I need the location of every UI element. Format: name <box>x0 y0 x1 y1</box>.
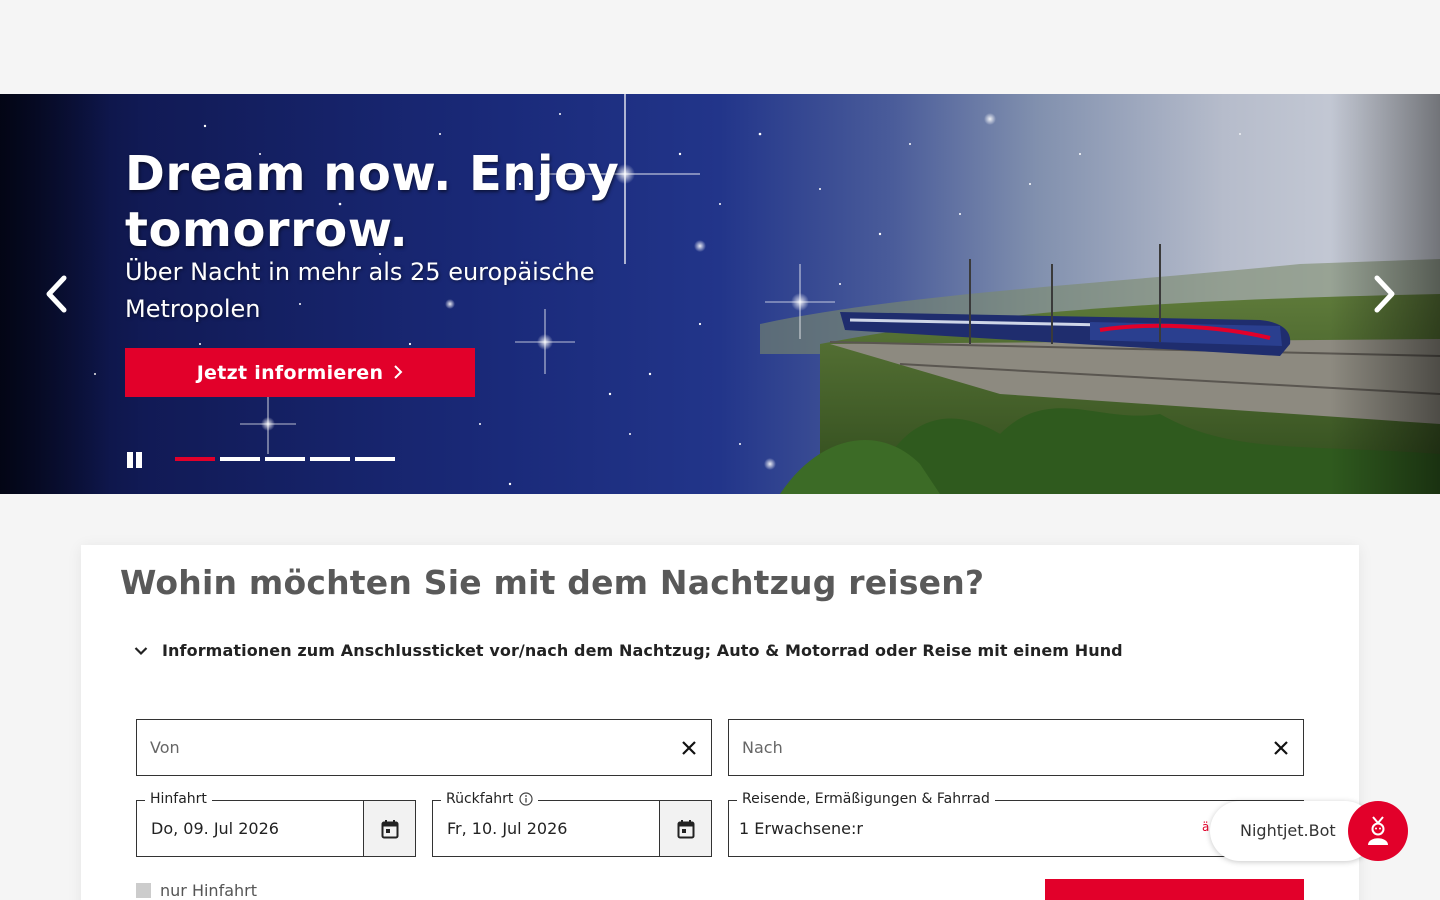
outbound-date-field[interactable]: Hinfahrt Do, 09. Jul 2026 <box>136 791 416 857</box>
from-field[interactable]: Von <box>136 719 712 776</box>
hero-cta-button[interactable]: Jetzt informieren <box>125 348 475 397</box>
carousel-indicators <box>175 457 395 461</box>
booking-title: Wohin möchten Sie mit dem Nachtzug reise… <box>120 563 985 602</box>
carousel-indicator-5[interactable] <box>355 457 395 461</box>
carousel-pause-button[interactable] <box>126 451 144 469</box>
passengers-change-link[interactable]: ä <box>1202 820 1209 834</box>
top-header <box>0 0 1440 94</box>
clear-from-icon[interactable] <box>681 740 697 756</box>
carousel-prev-button[interactable] <box>36 272 76 316</box>
chevron-left-icon <box>46 275 67 313</box>
info-accordion-toggle[interactable]: Informationen zum Anschlussticket vor/na… <box>134 641 1123 660</box>
outbound-date-value: Do, 09. Jul 2026 <box>151 819 279 838</box>
outbound-date-label: Hinfahrt <box>145 791 212 807</box>
passengers-label: Reisende, Ermäßigungen & Fahrrad <box>737 791 995 807</box>
checkbox-box[interactable] <box>136 883 151 898</box>
outbound-calendar-button[interactable] <box>363 801 415 856</box>
return-date-label: Rückfahrt <box>446 791 514 807</box>
return-date-field[interactable]: Rückfahrt Fr, 10. Jul 2026 <box>432 791 712 857</box>
to-placeholder: Nach <box>742 738 783 757</box>
clear-to-icon[interactable] <box>1273 740 1289 756</box>
return-date-legend: Rückfahrt <box>441 791 539 807</box>
calendar-icon <box>677 819 694 838</box>
carousel-indicator-1[interactable] <box>175 457 215 461</box>
return-date-value: Fr, 10. Jul 2026 <box>447 819 568 838</box>
info-accordion-label: Informationen zum Anschlussticket vor/na… <box>162 641 1123 660</box>
calendar-icon <box>381 819 398 838</box>
from-placeholder: Von <box>150 738 180 757</box>
booking-card: Wohin möchten Sie mit dem Nachtzug reise… <box>81 545 1359 900</box>
carousel-indicator-2[interactable] <box>220 457 260 461</box>
only-outbound-label: nur Hinfahrt <box>160 881 257 900</box>
carousel-indicator-4[interactable] <box>310 457 350 461</box>
search-button[interactable] <box>1045 879 1304 900</box>
chatbot-avatar[interactable] <box>1348 801 1408 861</box>
chevron-right-icon <box>1374 275 1395 313</box>
only-outbound-checkbox[interactable]: nur Hinfahrt <box>136 881 257 900</box>
return-calendar-button[interactable] <box>659 801 711 856</box>
chevron-down-icon <box>134 646 148 655</box>
info-icon[interactable] <box>519 792 534 806</box>
hero-carousel: Dream now. Enjoy tomorrow. Über Nacht in… <box>0 94 1440 494</box>
hero-cta-label: Jetzt informieren <box>196 361 384 384</box>
chatbot-launcher[interactable]: Nightjet.Bot <box>1210 801 1408 861</box>
carousel-next-button[interactable] <box>1365 272 1405 316</box>
passengers-value: 1 Erwachsene:r <box>739 819 863 838</box>
hero-title: Dream now. Enjoy tomorrow. <box>125 146 620 258</box>
to-field[interactable]: Nach <box>728 719 1304 776</box>
robot-icon <box>1368 816 1388 845</box>
hero-subtitle: Über Nacht in mehr als 25 europäische Me… <box>125 258 595 323</box>
carousel-indicator-3[interactable] <box>265 457 305 461</box>
pause-icon <box>127 452 133 468</box>
chatbot-label: Nightjet.Bot <box>1240 821 1336 840</box>
chevron-right-icon <box>393 364 403 383</box>
